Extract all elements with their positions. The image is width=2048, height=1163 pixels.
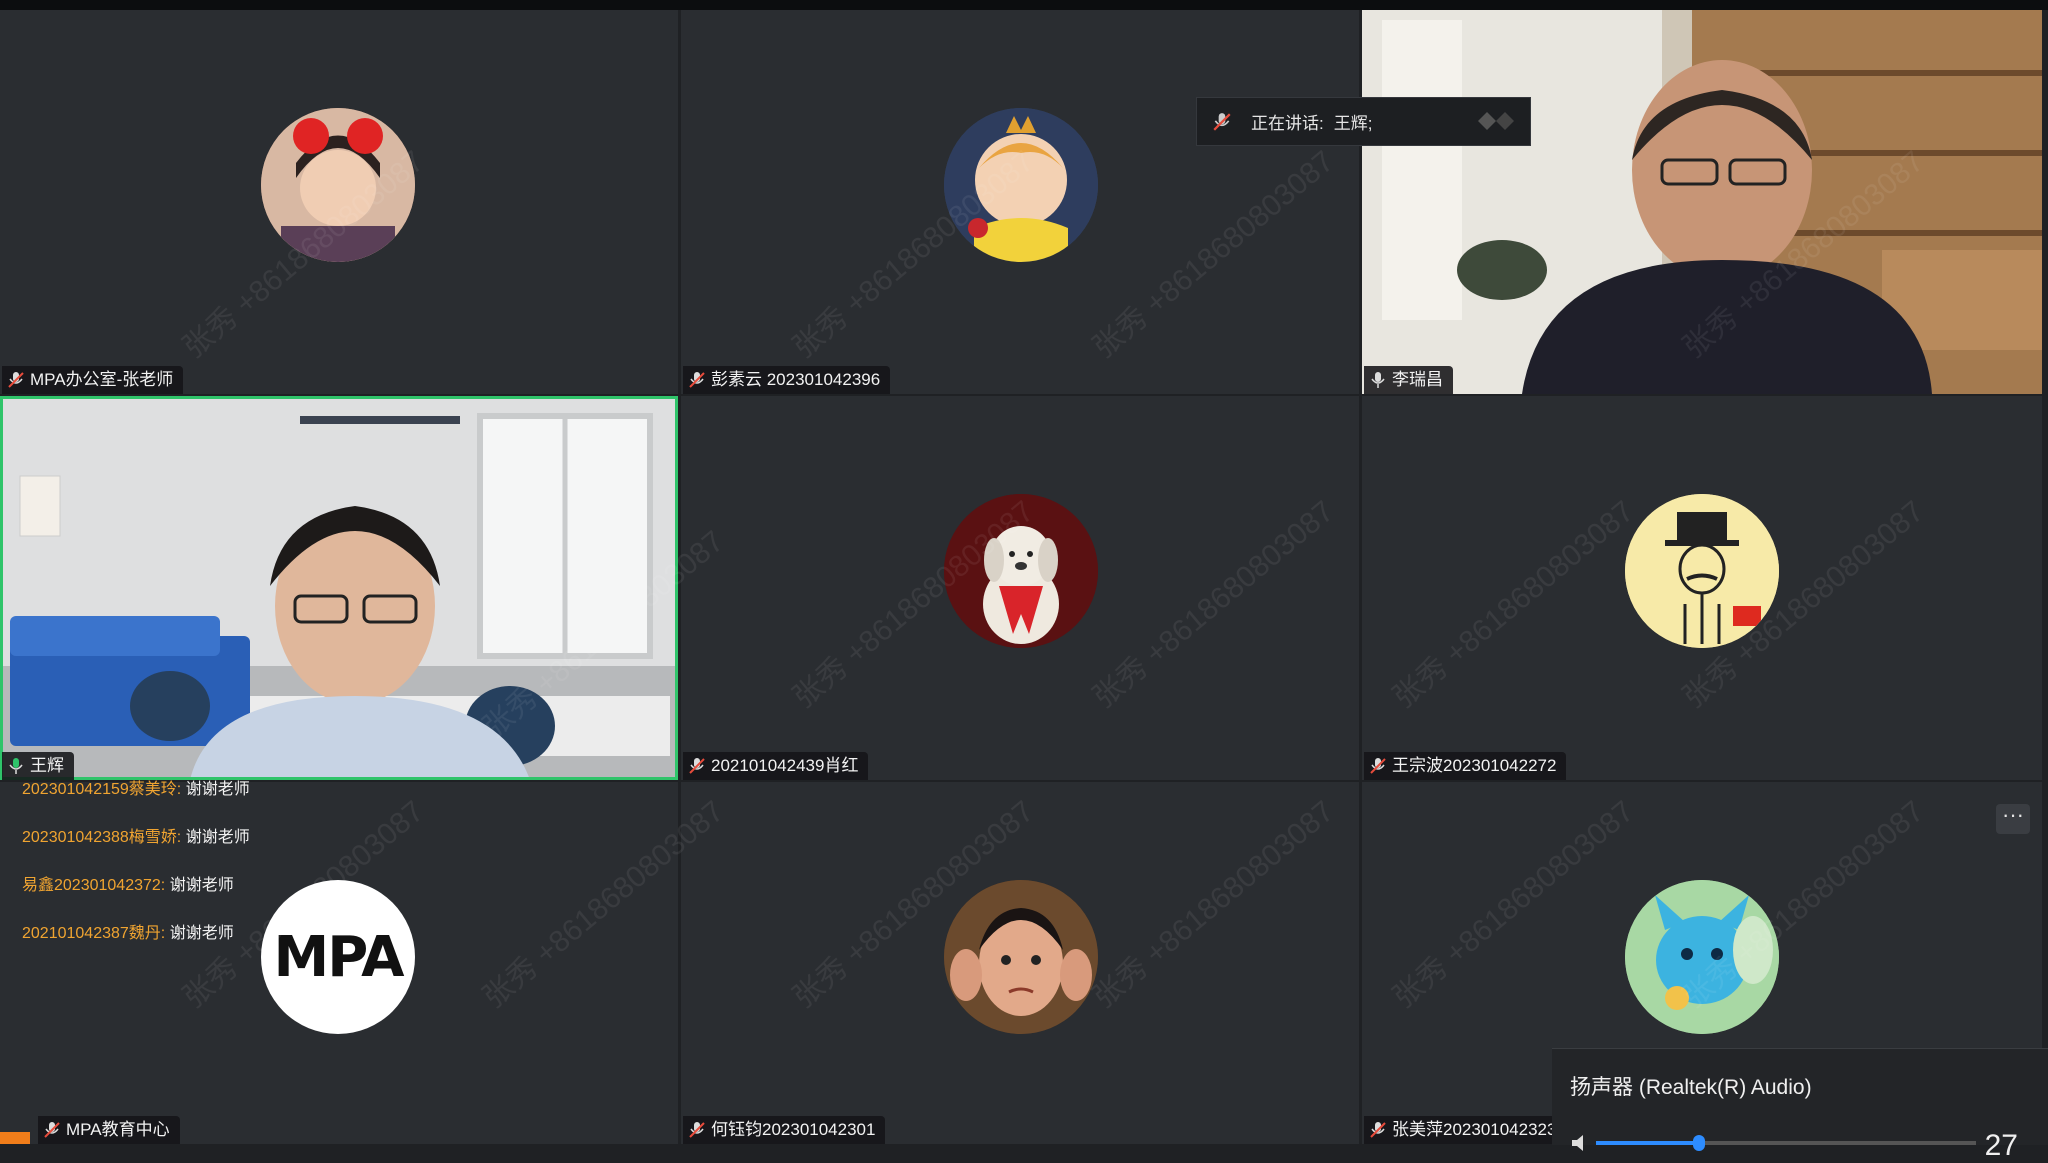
chat-message: 202301042159蔡美玲: 谢谢老师 xyxy=(22,775,282,823)
chat-message: 202301042388梅雪娇: 谢谢老师 xyxy=(22,823,282,871)
mic-muted-icon xyxy=(8,372,24,388)
mic-muted-icon xyxy=(689,758,705,774)
speaking-indicator: 正在讲话: 王辉; xyxy=(1196,97,1531,146)
volume-slider[interactable] xyxy=(1596,1135,1976,1151)
mpa-logo: MPA xyxy=(273,924,405,990)
mic-icon xyxy=(1371,372,1385,388)
participant-tile-4[interactable]: 王辉 xyxy=(0,396,678,780)
participant-avatar xyxy=(1625,494,1779,648)
speaking-name: 王辉; xyxy=(1333,114,1373,133)
participant-name: 202101042439肖红 xyxy=(711,756,859,775)
participant-name-tag: MPA办公室-张老师 xyxy=(2,366,184,394)
participant-tile-5[interactable]: 202101042439肖红 xyxy=(681,396,1359,780)
mic-muted-icon xyxy=(1370,758,1386,774)
participant-tile-2[interactable]: 彭素云 202301042396 xyxy=(681,10,1359,394)
participant-tile-6[interactable]: 王宗波202301042272 xyxy=(1362,396,2042,780)
speaker-device-name: 扬声器 (Realtek(R) Audio) xyxy=(1570,1076,1812,1099)
mic-muted-icon xyxy=(44,1122,60,1138)
participant-name: 张美萍202301042323 xyxy=(1392,1120,1557,1139)
chat-message: 202101042387魏丹: 谢谢老师 xyxy=(22,919,282,967)
participant-name-tag: MPA教育中心 xyxy=(38,1116,180,1144)
participant-avatar xyxy=(944,494,1098,648)
volume-value: 27 xyxy=(1984,1129,2018,1162)
participant-avatar xyxy=(944,108,1098,262)
participant-name-tag: 202101042439肖红 xyxy=(683,752,869,780)
chat-overlay: 202301042159蔡美玲: 谢谢老师 202301042388梅雪娇: 谢… xyxy=(22,775,282,967)
participant-video xyxy=(0,396,678,780)
chat-message: 易鑫202301042372: 谢谢老师 xyxy=(22,871,282,919)
participant-name: 王宗波202301042272 xyxy=(1392,756,1557,775)
participant-name: 何钰钧202301042301 xyxy=(711,1120,876,1139)
drag-handle-icon[interactable] xyxy=(1478,112,1516,130)
mic-muted-icon xyxy=(689,1122,705,1138)
chat-text: 谢谢老师 xyxy=(185,781,250,798)
participant-name: MPA办公室-张老师 xyxy=(30,370,174,389)
participant-video xyxy=(1362,10,2042,394)
chat-sender: 202101042387魏丹: xyxy=(22,925,166,942)
chat-text: 谢谢老师 xyxy=(185,829,250,846)
participant-avatar xyxy=(261,108,415,262)
chat-text: 谢谢老师 xyxy=(169,925,234,942)
participant-tile-3[interactable]: 李瑞昌 xyxy=(1362,10,2042,394)
participant-name: 李瑞昌 xyxy=(1392,370,1443,389)
mic-active-icon xyxy=(9,758,23,774)
speaking-label: 正在讲话: xyxy=(1251,114,1324,133)
participant-name: 彭素云 202301042396 xyxy=(711,370,881,389)
participant-name-tag: 何钰钧202301042301 xyxy=(683,1116,886,1144)
participant-name-tag: 王宗波202301042272 xyxy=(1364,752,1567,780)
host-badge xyxy=(0,1132,30,1144)
chat-sender: 易鑫202301042372: xyxy=(22,877,166,894)
participant-name-tag: 李瑞昌 xyxy=(1364,366,1453,394)
participant-avatar: MPA xyxy=(261,880,415,1034)
mic-muted-icon xyxy=(1370,1122,1386,1138)
participant-name: MPA教育中心 xyxy=(66,1120,170,1139)
speaker-icon[interactable] xyxy=(1572,1135,1592,1151)
volume-slider-fill xyxy=(1596,1141,1699,1145)
volume-slider-handle[interactable] xyxy=(1692,1135,1705,1151)
speaker-volume-popup: 扬声器 (Realtek(R) Audio) 27 xyxy=(1552,1048,2048,1162)
chat-text: 谢谢老师 xyxy=(169,877,234,894)
participant-tile-1[interactable]: MPA办公室-张老师 xyxy=(0,10,678,394)
mic-muted-icon xyxy=(1213,112,1231,131)
participant-tile-8[interactable]: 何钰钧202301042301 xyxy=(681,782,1359,1144)
participant-name-tag: 张美萍202301042323 xyxy=(1364,1116,1567,1144)
mic-muted-icon xyxy=(689,372,705,388)
more-options-button[interactable]: ··· xyxy=(1996,804,2030,834)
video-grid: MPA办公室-张老师 彭素云 202301042396 李瑞昌 王辉 20210… xyxy=(0,10,2042,1144)
top-bar xyxy=(0,0,2048,10)
participant-name-tag: 彭素云 202301042396 xyxy=(683,366,891,394)
chat-sender: 202301042388梅雪娇: xyxy=(22,829,182,846)
chat-sender: 202301042159蔡美玲: xyxy=(22,781,182,798)
participant-avatar xyxy=(944,880,1098,1034)
participant-avatar xyxy=(1625,880,1779,1034)
